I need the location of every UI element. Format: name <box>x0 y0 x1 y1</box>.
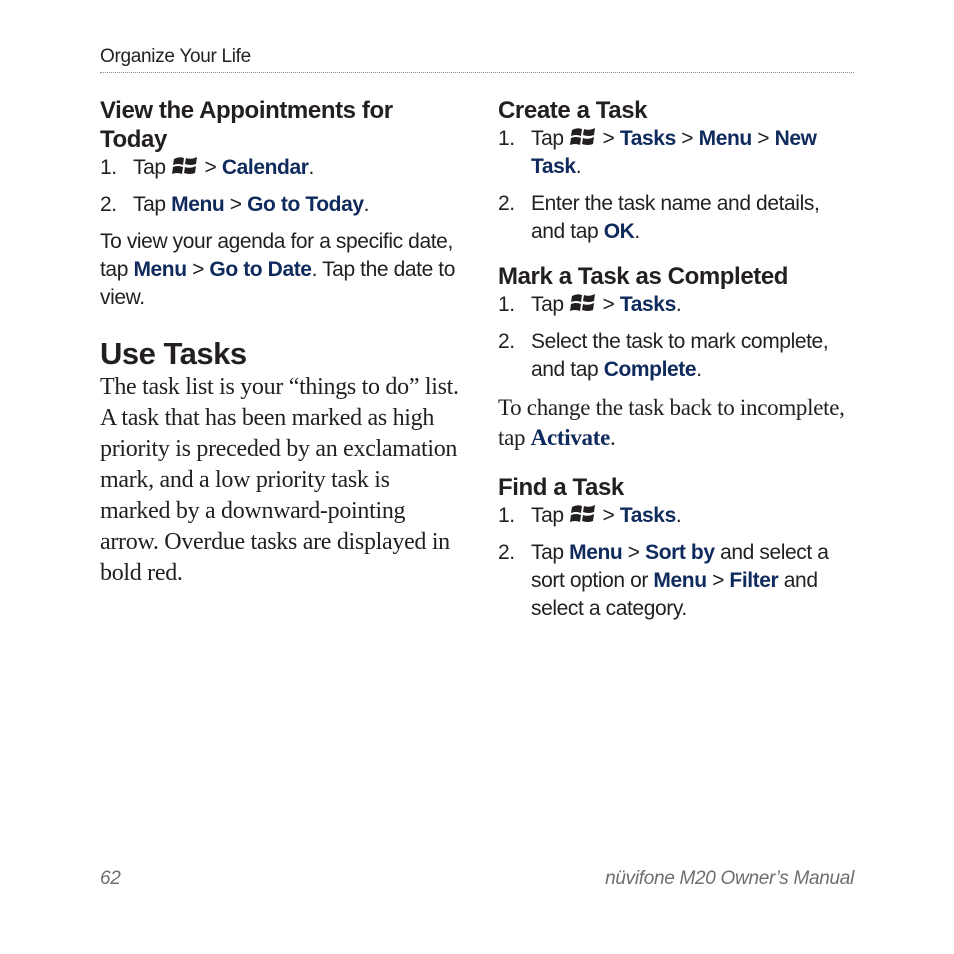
ui-term: Filter <box>729 569 779 592</box>
ui-term: Menu <box>171 193 225 216</box>
use-tasks-body: The task list is your “things to do” lis… <box>100 374 459 586</box>
find-steps: 1. Tap > Tasks. 2. Tap Menu > Sort by an… <box>498 502 858 623</box>
ui-term: Complete <box>603 358 697 381</box>
ui-term: Menu <box>133 258 187 281</box>
ui-term: Sort by <box>645 541 715 564</box>
step: 1. Tap > Calendar. <box>100 154 460 182</box>
windows-start-icon <box>172 157 198 174</box>
ui-term: OK <box>603 220 635 243</box>
step: 2. Enter the task name and details, and … <box>498 190 858 246</box>
page-number: 62 <box>100 868 121 889</box>
windows-start-icon <box>570 505 596 522</box>
step: 1. Tap > Tasks. <box>498 502 858 530</box>
step-text: Tap > Tasks > Menu > New Task. <box>531 127 817 178</box>
step-text: Tap Menu > Go to Today. <box>133 193 370 216</box>
step-number: 2. <box>498 330 515 353</box>
step-number: 1. <box>100 156 117 179</box>
agenda-note: To view your agenda for a specific date,… <box>100 230 456 309</box>
windows-start-icon <box>570 294 596 311</box>
heading-find-task: Find a Task <box>498 474 624 501</box>
activate-note: To change the task back to incomplete, t… <box>498 395 845 450</box>
running-header: Organize Your Life <box>100 46 251 67</box>
ui-term: Go to Today <box>247 193 364 216</box>
step-number: 2. <box>100 193 117 216</box>
ui-term: Menu <box>698 127 753 150</box>
header-divider <box>100 72 854 73</box>
create-steps: 1. Tap > Tasks > Menu > New Task. 2. Ent… <box>498 125 858 246</box>
appointments-steps: 1. Tap > Calendar. 2. Tap Menu > Go to T… <box>100 154 460 219</box>
manual-title: nüvifone M20 Owner’s Manual <box>605 868 854 889</box>
step: 2. Tap Menu > Go to Today. <box>100 191 460 219</box>
ui-term: Activate <box>530 425 611 450</box>
right-column: Create a Task 1. Tap > Tasks > Menu > Ne… <box>498 96 858 632</box>
step-number: 2. <box>498 541 515 564</box>
heading-mark-completed: Mark a Task as Completed <box>498 263 789 290</box>
heading-view-appointments: View the Appointments for Today <box>100 97 393 153</box>
step: 2. Select the task to mark complete, and… <box>498 328 858 384</box>
step-text: Tap > Tasks. <box>531 504 682 527</box>
step-number: 1. <box>498 504 515 527</box>
step: 1. Tap > Tasks > Menu > New Task. <box>498 125 858 181</box>
step: 2. Tap Menu > Sort by and select a sort … <box>498 539 858 623</box>
ui-term: Tasks <box>619 293 676 316</box>
step-text: Enter the task name and details, and tap… <box>531 192 820 243</box>
ui-term: Menu <box>653 569 707 592</box>
ui-term: Calendar <box>221 156 309 179</box>
left-column: View the Appointments for Today 1. Tap >… <box>100 96 460 589</box>
ui-term: Tasks <box>619 127 676 150</box>
step-text: Tap Menu > Sort by and select a sort opt… <box>531 541 829 620</box>
ui-term: Go to Date <box>209 258 312 281</box>
heading-create-task: Create a Task <box>498 97 648 124</box>
step-number: 2. <box>498 192 515 215</box>
step-text: Tap > Calendar. <box>133 156 314 179</box>
step-number: 1. <box>498 127 515 150</box>
step: 1. Tap > Tasks. <box>498 291 858 319</box>
step-text: Tap > Tasks. <box>531 293 682 316</box>
ui-term: Tasks <box>619 504 676 527</box>
step-number: 1. <box>498 293 515 316</box>
windows-start-icon <box>570 128 596 145</box>
mark-steps: 1. Tap > Tasks. 2. Select the task to ma… <box>498 291 858 384</box>
ui-term: Menu <box>569 541 623 564</box>
heading-use-tasks: Use Tasks <box>100 336 247 371</box>
step-text: Select the task to mark complete, and ta… <box>531 330 829 381</box>
